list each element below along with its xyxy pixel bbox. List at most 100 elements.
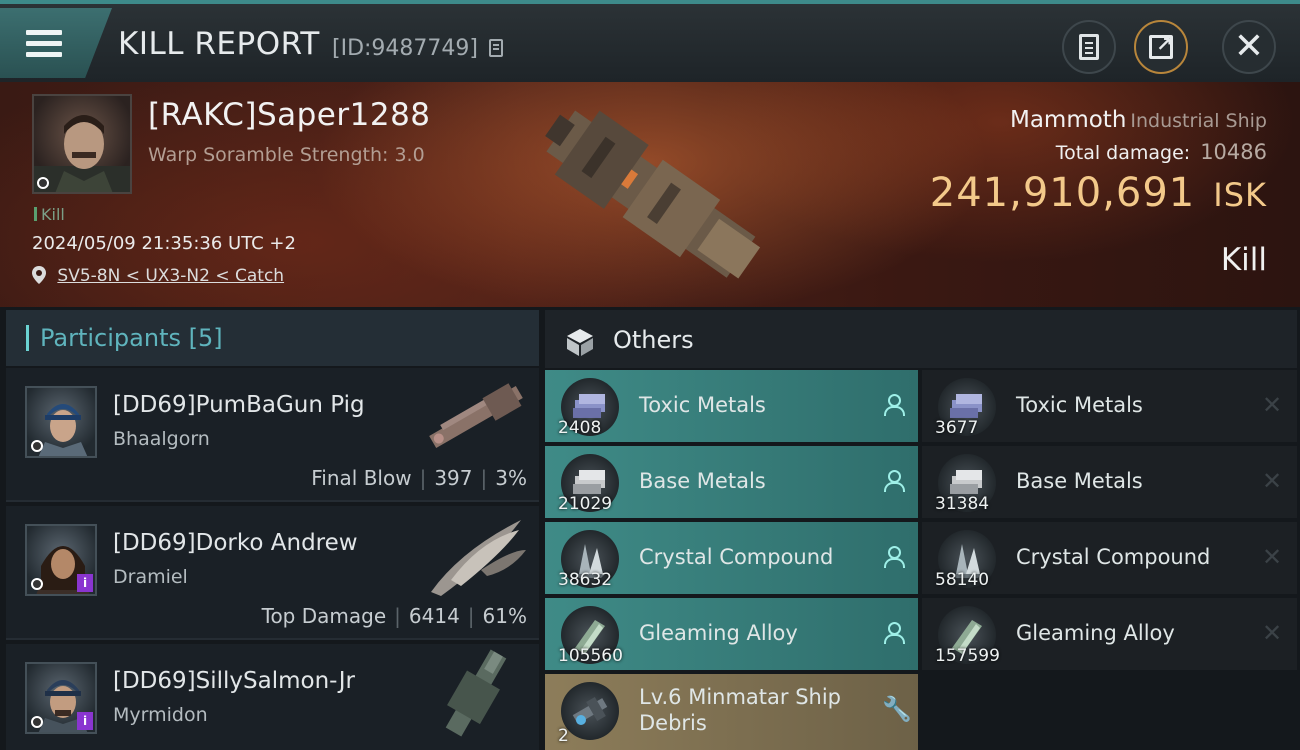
item-quantity: 2 [558,726,569,746]
participant-name: [DD69]PumBaGun Pig [113,392,365,418]
isk-unit: ISK [1213,176,1267,214]
total-damage-value: 10486 [1200,140,1267,164]
participant-ship: Myrmidon [113,704,208,726]
item-name: Crystal Compound [1016,545,1211,569]
close-icon: ✕ [1233,26,1265,67]
page-title: KILL REPORT [118,26,320,62]
item-quantity: 58140 [935,570,990,590]
menu-button[interactable] [0,8,112,78]
item-quantity: 105560 [558,646,623,666]
person-icon [882,392,905,418]
ship-name: Mammoth [1009,107,1127,133]
participant-stats: Top Damage | 6414 | 61% [261,604,527,628]
victim-name[interactable]: [RAKC]Saper1288 [148,97,431,133]
copy-icon[interactable] [489,39,503,57]
person-icon [882,468,905,494]
warp-scramble-strength: Warp Soramble Strength: 3.0 [148,144,425,166]
person-icon [882,544,905,570]
victim-ship-image [545,110,761,279]
participant-role: Final Blow [311,466,412,490]
isk-amount: 241,910,691 [929,170,1196,216]
kill-type: Kill [1220,242,1267,278]
menu-icon [26,30,62,58]
avatar [25,386,97,458]
participant-percent: 3% [495,466,527,490]
avatar: i [25,524,97,596]
victim-portrait[interactable] [32,94,132,194]
corp-badge-icon [37,177,49,189]
participant-role: Top Damage [261,604,387,628]
share-icon [1149,32,1173,59]
participant-ship: Bhaalgorn [113,428,210,450]
dropped-item[interactable]: 21029 Base Metals [545,446,918,518]
others-title: Others [613,326,694,354]
kill-tag: Kill [34,205,65,224]
item-name: Gleaming Alloy [639,621,798,645]
item-name-line2: Debris [639,711,707,735]
item-icon [561,682,619,740]
participant-damage: 6414 [408,604,460,628]
participant-row[interactable]: i [DD69]Dorko Andrew Dramiel Top Damage |… [6,506,539,640]
destroyed-item[interactable]: 3677 Toxic Metals ✕ [922,370,1297,442]
close-button[interactable]: ✕ [1222,20,1276,74]
participant-ship-image [431,520,526,596]
wrench-icon: 🔧 [882,695,912,723]
participant-name: [DD69]Dorko Andrew [113,530,358,556]
kill-datetime: 2024/05/09 21:35:36 UTC +2 [32,233,296,254]
special-item[interactable]: 2 Lv.6 Minmatar Ship Debris 🔧 [545,674,918,750]
total-damage-label: Total damage: [1055,142,1191,164]
participant-percent: 61% [482,604,527,628]
x-icon: ✕ [1261,467,1283,495]
kill-location[interactable]: SV5-8N < UX3-N2 < Catch [32,266,284,286]
header-accent-bar [26,325,29,351]
item-quantity: 3677 [935,418,979,438]
dropped-item[interactable]: 2408 Toxic Metals [545,370,918,442]
participant-ship-image [445,649,507,737]
item-quantity: 38632 [558,570,613,590]
item-quantity: 31384 [935,494,990,514]
person-icon [882,620,905,646]
participant-ship: Dramiel [113,566,188,588]
location-link[interactable]: SV5-8N < UX3-N2 < Catch [57,266,284,286]
destroyed-item[interactable]: 157599 Gleaming Alloy ✕ [922,598,1297,670]
victim-ship: Mammoth Industrial Ship [1010,107,1267,133]
destroyed-item[interactable]: 58140 Crystal Compound ✕ [922,522,1297,594]
corp-badge-icon [31,440,43,452]
share-button[interactable] [1134,20,1188,74]
info-icon[interactable]: i [77,574,93,592]
corp-badge-icon [31,578,43,590]
participants-panel: Participants [5] [DD69]PumBaGun Pig Bhaa… [6,310,539,750]
info-icon[interactable]: i [77,712,93,730]
total-damage: Total damage: 10486 [1056,140,1267,164]
participants-title: Participants [5] [40,324,223,352]
x-icon: ✕ [1261,391,1283,419]
item-name: Toxic Metals [639,393,766,417]
participant-name: [DD69]SillySalmon-Jr [113,668,355,694]
item-name: Gleaming Alloy [1016,621,1175,645]
participant-row[interactable]: [DD69]PumBaGun Pig Bhaalgorn Final Blow |… [6,368,539,502]
item-quantity: 2408 [558,418,602,438]
destroyed-item[interactable]: 31384 Base Metals ✕ [922,446,1297,518]
cube-icon [567,329,593,356]
location-pin-icon [32,266,46,284]
dropped-item[interactable]: 105560 Gleaming Alloy [545,598,918,670]
item-name: Base Metals [1016,469,1143,493]
participant-damage: 397 [434,466,473,490]
top-bar: KILL REPORT [ID:9487749] ✕ [0,0,1300,82]
item-name-line1: Lv.6 Minmatar Ship [639,685,842,709]
ship-class: Industrial Ship [1130,110,1267,132]
item-name: Base Metals [639,469,766,493]
item-name: Lv.6 Minmatar Ship Debris [639,684,841,736]
participant-ship-image [429,383,523,449]
report-id: [ID:9487749] [332,36,478,61]
victim-banner: [RAKC]Saper1288 Warp Soramble Strength: … [0,82,1300,307]
others-header: Others [545,310,1297,368]
item-name: Crystal Compound [639,545,834,569]
item-quantity: 21029 [558,494,613,514]
clipboard-icon [1079,34,1099,60]
corp-badge-icon [31,716,43,728]
participant-row[interactable]: i [DD69]SillySalmon-Jr Myrmidon [6,644,539,750]
participant-stats: Final Blow | 397 | 3% [311,466,527,490]
clipboard-button[interactable] [1062,20,1116,74]
dropped-item[interactable]: 38632 Crystal Compound [545,522,918,594]
